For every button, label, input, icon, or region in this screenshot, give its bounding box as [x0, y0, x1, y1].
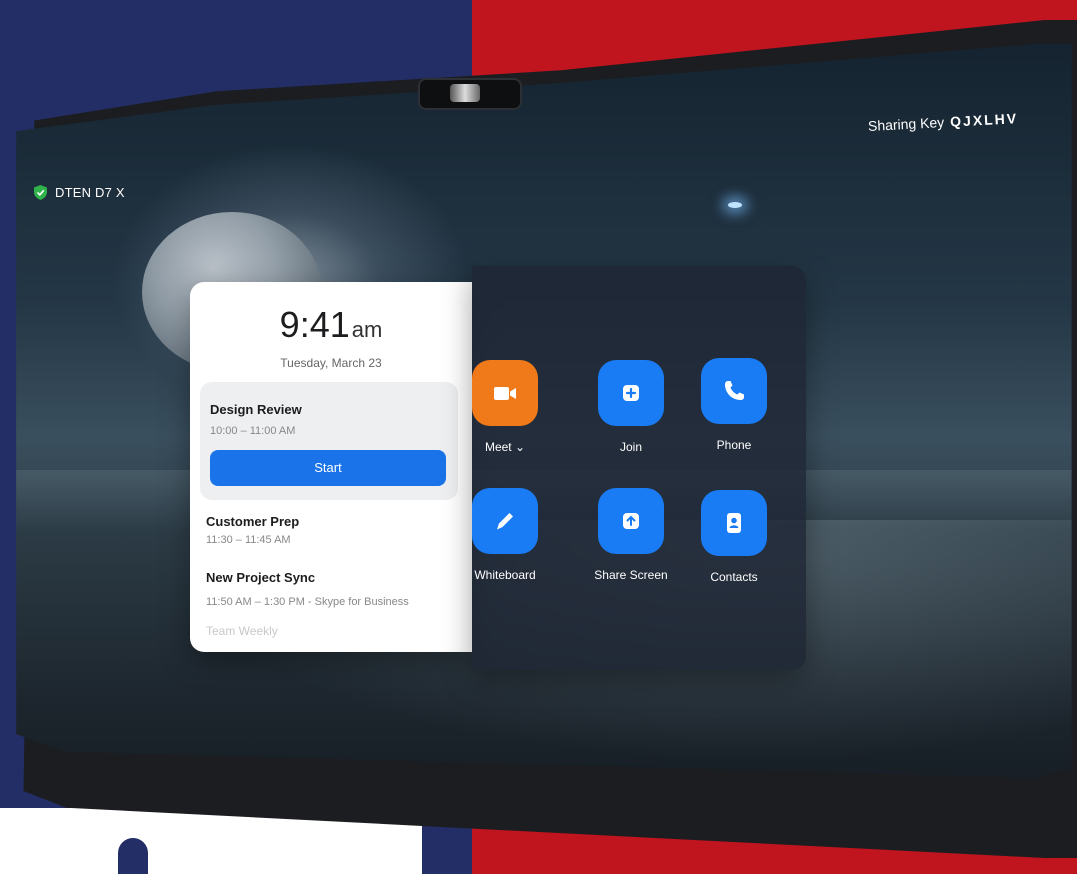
clock-ampm: am [351, 317, 383, 342]
start-meeting-button[interactable]: Start [210, 450, 446, 486]
join-button[interactable]: Join [576, 360, 686, 454]
plus-icon [623, 385, 639, 401]
contact-card-icon [727, 513, 741, 533]
device-name-text: DTEN D7 X [55, 185, 125, 200]
join-tile[interactable] [598, 360, 664, 426]
phone-label: Phone [716, 438, 752, 452]
event-title[interactable]: New Project Sync [206, 570, 315, 585]
share-screen-button[interactable]: Share Screen [576, 488, 686, 582]
whiteboard-label: Whiteboard [474, 568, 536, 582]
share-up-arrow-icon [623, 513, 639, 529]
device-name-label: DTEN D7 X [34, 185, 125, 200]
camera-bar [418, 78, 522, 110]
share-screen-tile[interactable] [598, 488, 664, 554]
event-title-faded[interactable]: Team Weekly [206, 624, 278, 638]
actions-panel: Meet ⌄ Join Phone Whiteboard Share Scree… [472, 266, 806, 670]
shield-check-icon [34, 185, 47, 200]
calendar-panel: 9:41am Tuesday, March 23 Design Review 1… [190, 282, 472, 652]
contacts-tile[interactable] [701, 490, 767, 556]
pencil-icon [497, 513, 513, 530]
meet-label: Meet [484, 440, 512, 454]
camera-lens-icon [450, 84, 480, 102]
star-glow [728, 202, 742, 208]
event-time: 10:00 – 11:00 AM [210, 425, 296, 437]
clock-time: 9:41 [279, 304, 350, 345]
phone-icon [725, 381, 744, 400]
meet-button[interactable]: Meet ⌄ [450, 360, 560, 454]
meet-tile[interactable] [472, 360, 538, 426]
clock-date: Tuesday, March 23 [280, 356, 382, 370]
contacts-button[interactable]: Contacts [679, 490, 789, 584]
phone-tile[interactable] [701, 358, 767, 424]
event-title: Design Review [210, 402, 302, 417]
current-event-card[interactable]: Design Review 10:00 – 11:00 AM Start [200, 382, 458, 500]
video-camera-icon [494, 387, 516, 400]
event-time: 11:50 AM – 1:30 PM - Skype for Business [206, 596, 409, 608]
share-screen-label: Share Screen [594, 568, 668, 582]
event-time: 11:30 – 11:45 AM [206, 534, 291, 546]
whiteboard-button[interactable]: Whiteboard [450, 488, 560, 582]
location-pin-icon [118, 838, 148, 874]
phone-button[interactable]: Phone [679, 358, 789, 452]
contacts-label: Contacts [710, 570, 758, 584]
join-label: Join [619, 440, 642, 454]
event-title[interactable]: Customer Prep [206, 514, 299, 529]
clock: 9:41am [190, 304, 472, 346]
chevron-down-icon[interactable]: ⌄ [515, 440, 525, 454]
whiteboard-tile[interactable] [472, 488, 538, 554]
